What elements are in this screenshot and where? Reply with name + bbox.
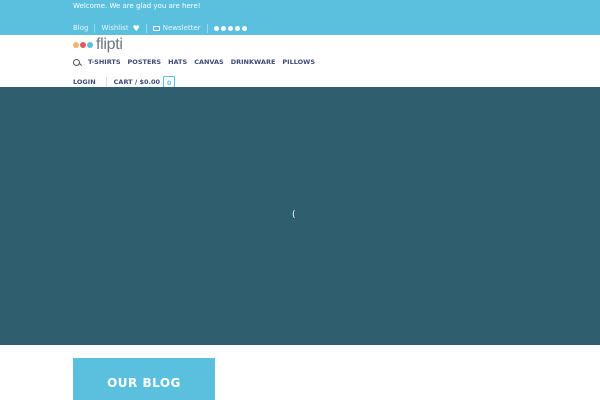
- nav-item-canvas[interactable]: CANVAS: [194, 58, 224, 66]
- loading-spinner: (: [292, 210, 296, 220]
- nav-item-hats[interactable]: HATS: [168, 58, 187, 66]
- nav-item-posters[interactable]: POSTERS: [128, 58, 162, 66]
- login-link[interactable]: LOGIN: [73, 78, 96, 86]
- main-nav: T-SHIRTS POSTERS HATS CANVAS DRINKWARE P…: [73, 58, 322, 66]
- top-bar: Welcome. We are glad you are here! Blog …: [0, 0, 600, 35]
- logo-dot: [73, 42, 79, 48]
- blog-section-header: OUR BLOG: [73, 358, 215, 400]
- mail-icon: [152, 25, 160, 31]
- pinterest-icon[interactable]: [234, 25, 240, 31]
- cart-amount: $0.00: [139, 78, 161, 86]
- facebook-icon[interactable]: [213, 25, 219, 31]
- wishlist-link[interactable]: Wishlist ♥: [101, 24, 139, 33]
- cart-label: CART /: [113, 78, 138, 86]
- youtube-icon[interactable]: [241, 25, 247, 31]
- blog-link[interactable]: Blog: [73, 24, 88, 32]
- divider: [145, 23, 147, 33]
- newsletter-label: Newsletter: [162, 24, 201, 32]
- top-links: Blog Wishlist ♥ Newsletter: [73, 23, 247, 33]
- site-logo[interactable]: flipti: [73, 36, 123, 54]
- social-icons: [213, 25, 247, 31]
- nav-item-drinkware[interactable]: DRINKWARE: [231, 58, 276, 66]
- heart-icon: ♥: [132, 23, 140, 33]
- search-icon[interactable]: [73, 58, 80, 66]
- divider: [105, 77, 107, 87]
- nav-item-t-shirts[interactable]: T-SHIRTS: [88, 58, 121, 66]
- wishlist-label: Wishlist: [101, 24, 129, 32]
- hero-banner: [0, 87, 600, 345]
- logo-text: flipti: [96, 36, 123, 53]
- logo-dot: [80, 42, 86, 48]
- instagram-icon[interactable]: [220, 25, 226, 31]
- header: flipti T-SHIRTS POSTERS HATS CANVAS DRIN…: [0, 35, 600, 88]
- nav-item-pillows[interactable]: PILLOWS: [282, 58, 315, 66]
- twitter-icon[interactable]: [227, 25, 233, 31]
- blog-title: OUR BLOG: [107, 376, 181, 390]
- divider: [94, 23, 96, 33]
- newsletter-link[interactable]: Newsletter: [152, 24, 201, 32]
- divider: [206, 23, 208, 33]
- welcome-message: Welcome. We are glad you are here!: [73, 2, 201, 10]
- logo-dot: [87, 42, 93, 48]
- cart-link[interactable]: CART / $0.00: [114, 78, 160, 86]
